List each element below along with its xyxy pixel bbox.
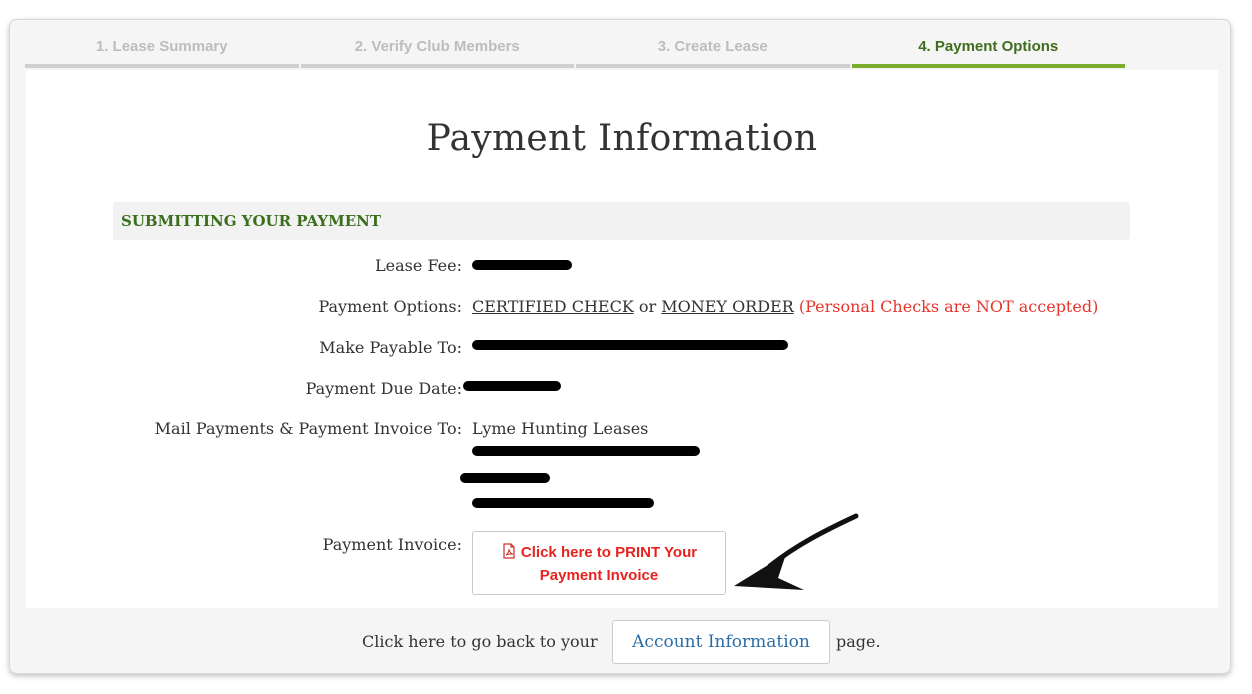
mail-to-row: Mail Payments & Payment Invoice To: <box>26 419 462 441</box>
account-information-button[interactable]: Account Information <box>612 620 830 664</box>
payment-options-label: Payment Options: <box>318 297 462 316</box>
address-line4-redacted <box>472 498 654 508</box>
page-title: Payment Information <box>426 118 818 159</box>
certified-check-link[interactable]: CERTIFIED CHECK <box>472 297 634 316</box>
mail-to-name: Lyme Hunting Leases <box>472 419 649 438</box>
lease-fee-label: Lease Fee: <box>375 256 462 275</box>
payable-to-row: Make Payable To: <box>26 338 462 360</box>
mail-to-label: Mail Payments & Payment Invoice To: <box>154 419 462 438</box>
pdf-icon <box>501 543 517 565</box>
address-line3-redacted <box>460 473 550 483</box>
money-order-link[interactable]: MONEY ORDER <box>661 297 794 316</box>
print-invoice-button[interactable]: Click here to PRINT Your Payment Invoice <box>472 531 726 595</box>
section-bar: SUBMITTING YOUR PAYMENT <box>113 202 1130 240</box>
payment-options-row: Payment Options: <box>26 297 462 319</box>
footer-suffix: page. <box>836 632 881 651</box>
step-payment-options[interactable]: 4. Payment Options <box>851 36 1125 68</box>
payable-to-label: Make Payable To: <box>319 338 462 357</box>
due-date-redacted <box>463 381 561 391</box>
due-date-label: Payment Due Date: <box>305 379 462 398</box>
pointer-arrow-icon <box>734 513 859 590</box>
footer-prefix: Click here to go back to your <box>362 632 598 651</box>
lease-fee-row: Lease Fee: <box>26 256 462 278</box>
print-invoice-line1: Click here to PRINT Your <box>520 544 698 561</box>
lease-fee-redacted <box>472 260 572 270</box>
address-line2-redacted <box>472 446 700 456</box>
step-create-lease[interactable]: 3. Create Lease <box>576 36 850 68</box>
step-verify-club-members[interactable]: 2. Verify Club Members <box>300 36 574 68</box>
invoice-row: Payment Invoice: <box>26 535 462 557</box>
payable-to-redacted <box>472 340 788 350</box>
step-lease-summary[interactable]: 1. Lease Summary <box>25 36 299 68</box>
print-invoice-line2: Payment Invoice <box>539 567 659 584</box>
wizard-steps: 1. Lease Summary 2. Verify Club Members … <box>25 36 1125 68</box>
payment-option-or: or <box>638 297 657 316</box>
due-date-row: Payment Due Date: <box>26 379 462 401</box>
personal-checks-note: (Personal Checks are NOT accepted) <box>798 297 1099 316</box>
payment-panel: Payment Information SUBMITTING YOUR PAYM… <box>26 70 1218 608</box>
invoice-label: Payment Invoice: <box>322 535 462 554</box>
section-heading: SUBMITTING YOUR PAYMENT <box>121 212 382 230</box>
